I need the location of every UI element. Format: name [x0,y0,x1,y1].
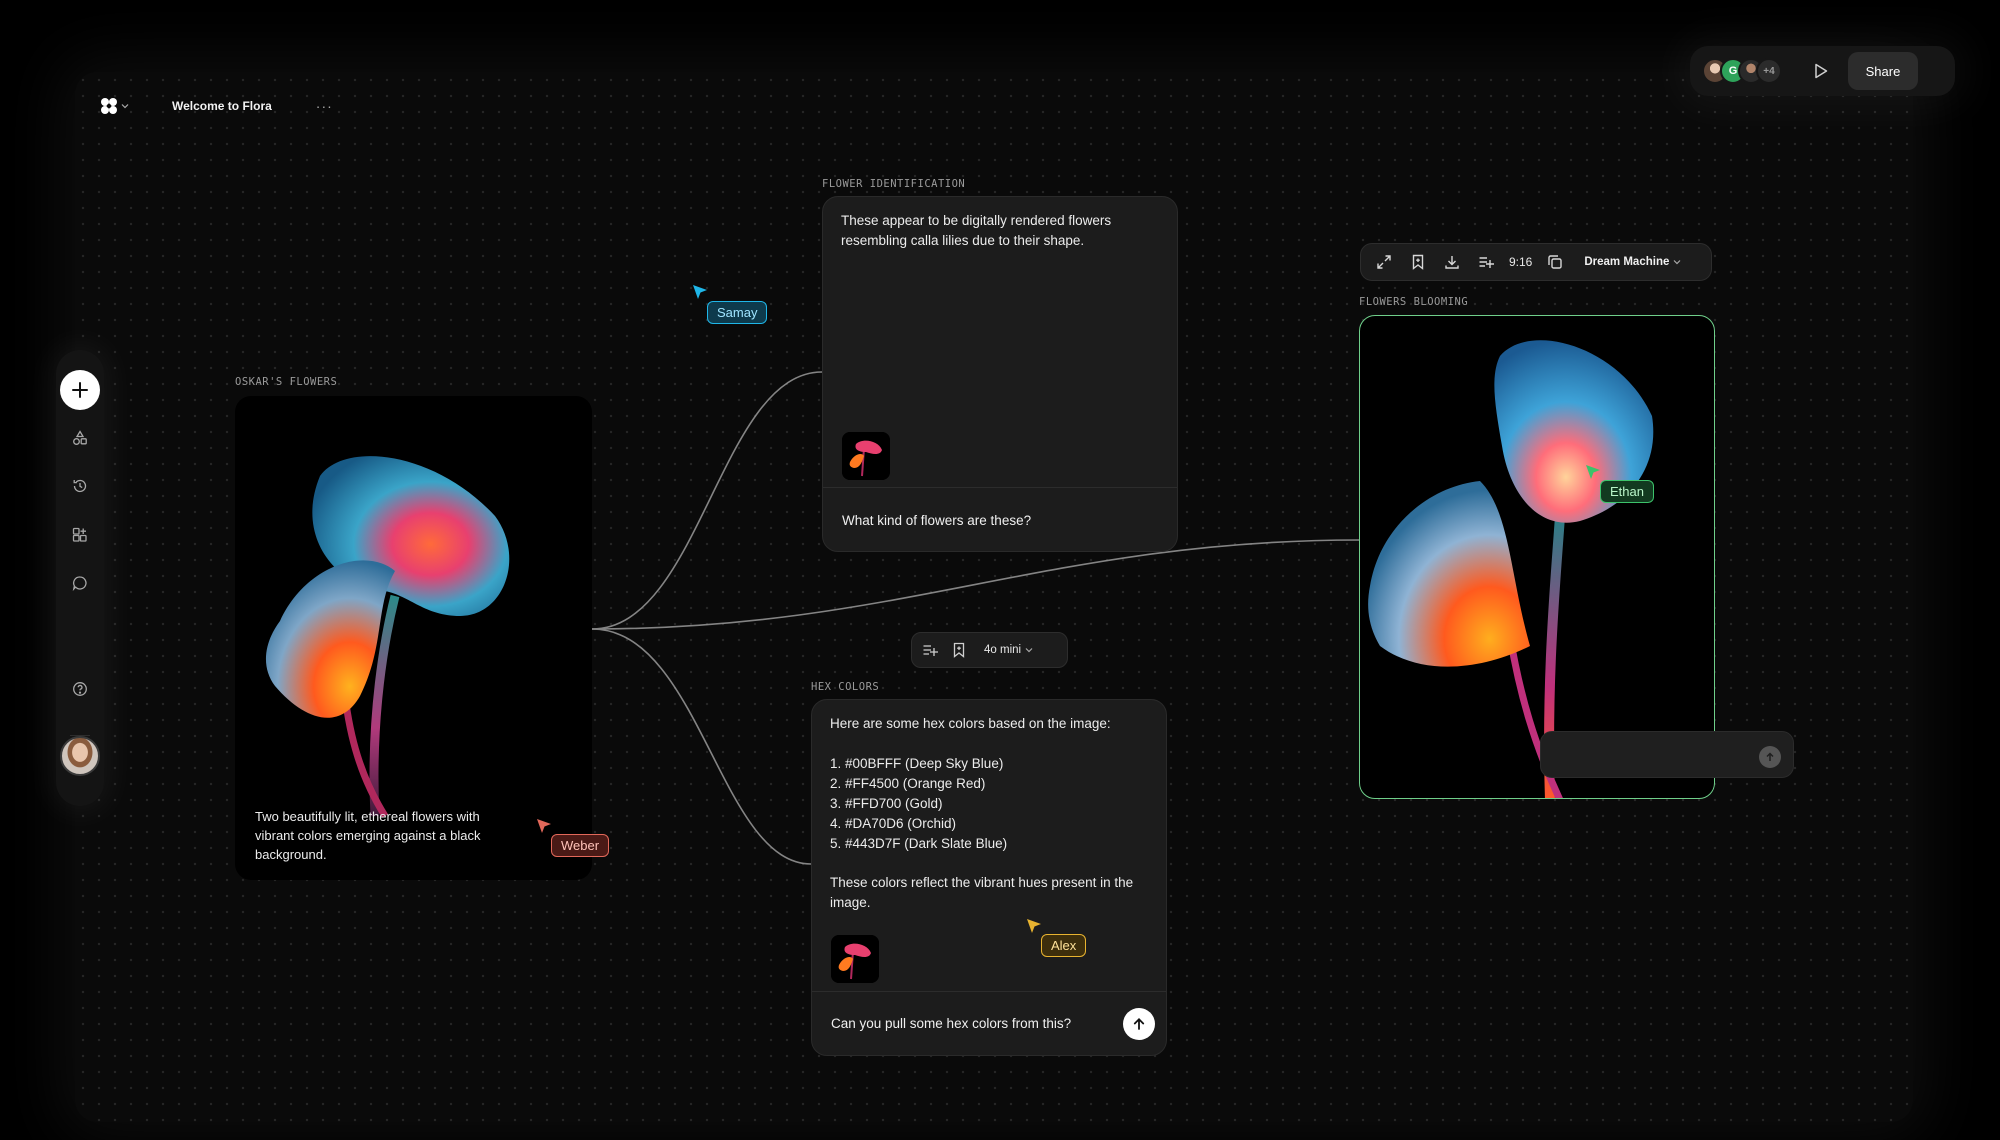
shapes-icon [73,430,87,445]
flower-video-frame [1368,340,1654,798]
list-item: 2. #FF4500 (Orange Red) [830,775,986,791]
text-node-toolbar: 4o mini [911,632,1068,668]
expand-button[interactable] [1373,251,1395,273]
history-icon [73,479,87,493]
overflow-count[interactable]: +4 [1756,58,1782,84]
llm-response: These appear to be digitally rendered fl… [841,213,1112,248]
reference-thumbnail[interactable] [831,935,879,983]
video-model-selector[interactable]: Dream Machine [1584,256,1681,268]
history-button[interactable] [70,476,90,496]
cursor-label: Samay [707,301,768,324]
download-button[interactable] [1441,251,1463,273]
aspect-ratio-selector[interactable]: 9:16 [1509,255,1532,269]
cursor-pointer-icon [1027,919,1041,933]
prompt-text[interactable]: Can you pull some hex colors from this? [831,1016,1071,1031]
copy-icon [1548,255,1563,269]
share-button[interactable]: Share [1848,52,1918,90]
arrow-up-icon [1766,752,1774,761]
list-item: 3. #FFD700 (Gold) [830,795,943,811]
download-icon [1445,256,1459,269]
node-label-flowers-blooming: FLOWERS BLOOMING [1359,296,1469,308]
model-name: Dream Machine [1584,256,1670,268]
cursor-pointer-icon [1586,465,1600,479]
list-item: 1. #00BFFF (Deep Sky Blue) [830,756,1004,771]
flora-logo-icon [101,98,117,114]
node-label-hex-colors: HEX COLORS [811,681,880,693]
text-node-flower-identification[interactable]: These appear to be digitally rendered fl… [822,196,1178,552]
edge-to-flowers-blooming [591,539,1360,630]
arrow-up-icon [1133,1018,1145,1030]
card-divider [823,487,1177,488]
more-options-button[interactable]: ··· [316,98,333,114]
image-caption: Two beautifully lit, ethereal flowers wi… [255,809,481,862]
add-to-list-button[interactable] [922,642,938,658]
edge-to-flower-identification [591,371,823,630]
prompt-text[interactable]: What kind of flowers are these? [842,513,1031,528]
image-node-oskars-flowers[interactable]: Two beautifully lit, ethereal flowers wi… [235,396,592,880]
llm-response-outro: These colors reflect the vibrant hues pr… [830,875,1134,910]
collaborator-avatars[interactable]: G +4 [1702,58,1782,84]
collaboration-panel: G +4 Share [1690,46,1955,96]
node-label-flower-identification: FLOWER IDENTIFICATION [822,178,966,190]
cursor-pointer-icon [537,819,551,833]
add-to-list-icon [923,645,938,656]
flower-thumbnail-image [831,935,879,983]
video-prompt-input[interactable] [1540,731,1794,778]
add-to-list-button[interactable] [1475,251,1497,273]
cursor-label: Weber [551,834,610,857]
edge-to-hex-colors [591,628,812,865]
cursor-label: Alex [1041,934,1087,957]
flower-thumbnail-image [842,432,890,480]
video-node-flowers-blooming[interactable] [1359,315,1715,799]
node-label-oskars-flowers: OSKAR'S FLOWERS [235,376,338,388]
cursor-pointer-icon [693,285,707,299]
chevron-down-icon [121,104,129,109]
cursor-label: Ethan [1600,480,1654,503]
help-icon [73,682,87,696]
chevron-down-icon [1025,648,1033,653]
add-node-button[interactable] [60,370,100,410]
model-selector[interactable]: 4o mini [984,644,1033,656]
bookmark-icon [1412,254,1424,270]
list-item: 4. #DA70D6 (Orchid) [830,815,957,831]
list-item: 5. #443D7F (Dark Slate Blue) [830,835,1008,851]
reference-thumbnail[interactable] [842,432,890,480]
add-to-list-icon [1479,257,1494,268]
plus-icon [72,382,88,398]
logo-menu-button[interactable] [100,94,134,118]
play-icon [1815,63,1828,79]
play-button[interactable] [1810,60,1832,82]
shapes-button[interactable] [70,428,90,448]
chevron-down-icon [1673,260,1681,265]
send-button[interactable] [1123,1008,1155,1040]
user-avatar[interactable] [60,736,100,776]
llm-response-intro: Here are some hex colors based on the im… [830,716,1111,731]
duplicate-button[interactable] [1544,251,1566,273]
card-divider [812,991,1166,992]
bookmark-button[interactable] [952,642,966,658]
grid-plus-icon [72,527,87,542]
chat-button[interactable] [70,573,90,593]
left-sidebar [56,350,104,806]
send-button[interactable] [1759,746,1781,768]
help-button[interactable] [70,679,90,699]
chat-icon [72,576,87,591]
bookmark-icon [953,642,965,658]
bookmark-button[interactable] [1407,251,1429,273]
file-title[interactable]: Welcome to Flora [172,99,272,113]
video-node-toolbar: 9:16 Dream Machine [1360,243,1712,281]
top-bar: Welcome to Flora ··· [100,94,333,118]
model-name: 4o mini [984,644,1022,656]
expand-icon [1377,255,1391,269]
templates-button[interactable] [70,525,90,545]
hex-color-list: 1. #00BFFF (Deep Sky Blue) 2. #FF4500 (O… [830,754,1150,854]
text-node-hex-colors[interactable]: Here are some hex colors based on the im… [811,699,1167,1056]
